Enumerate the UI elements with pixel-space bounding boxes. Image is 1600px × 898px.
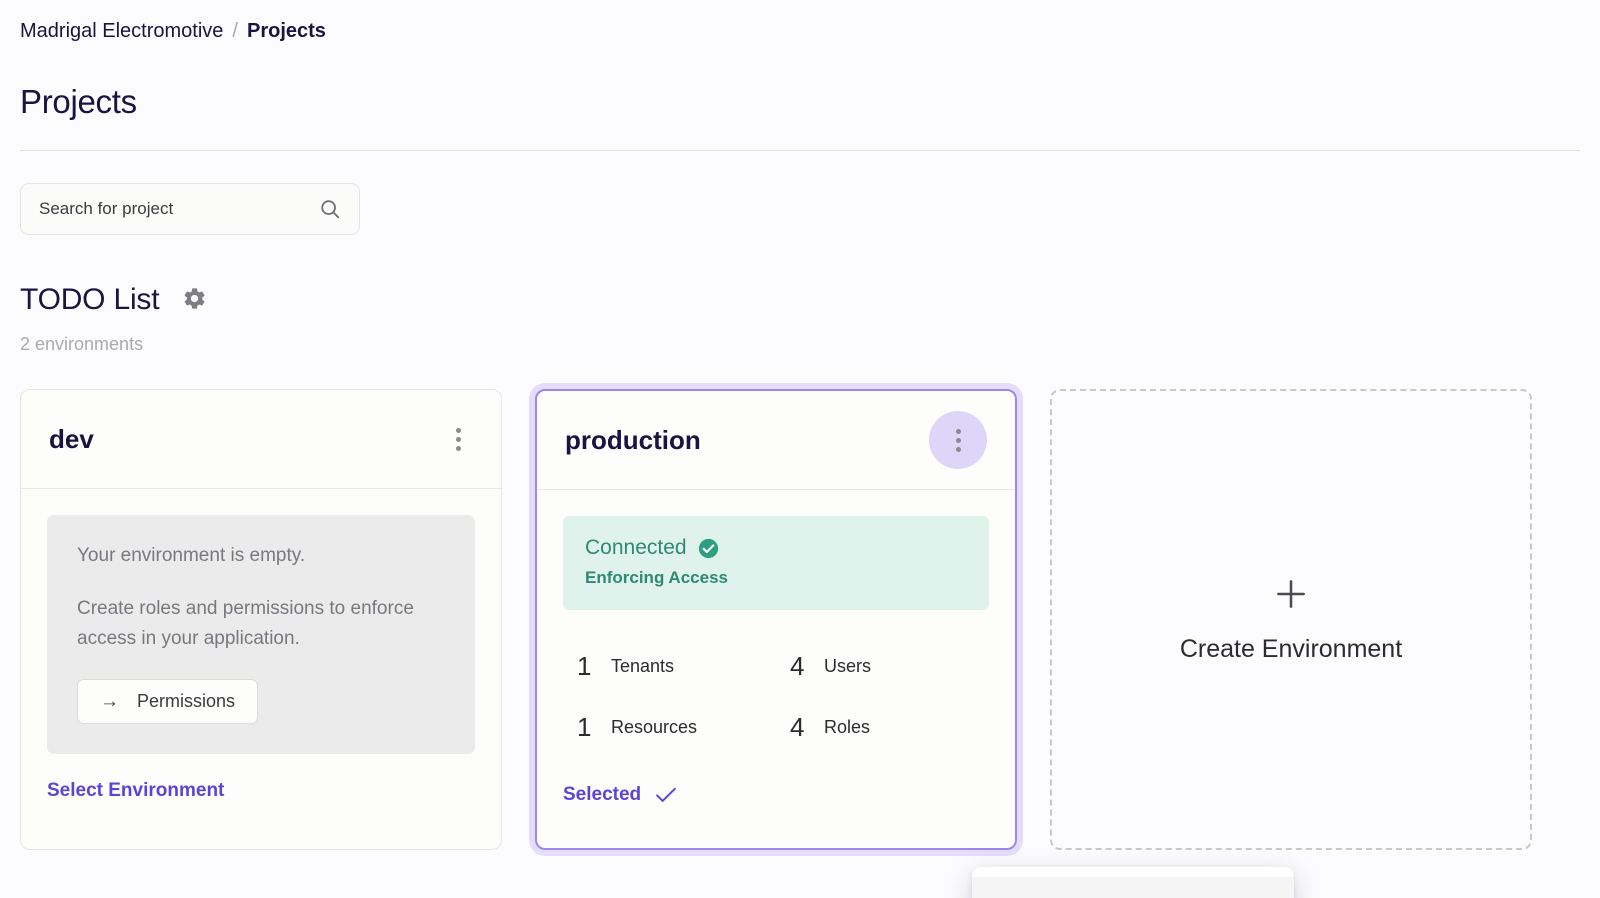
search-box[interactable]: [20, 183, 360, 235]
select-environment-link[interactable]: Select Environment: [47, 780, 475, 802]
stats-row: 1 Tenants 4 Users: [563, 636, 989, 697]
create-environment-label: Create Environment: [1180, 635, 1402, 664]
environments-count: 2 environments: [20, 334, 1580, 355]
empty-state-line-2: Create roles and permissions to enforce …: [77, 594, 445, 653]
selected-environment-link[interactable]: Selected: [563, 784, 989, 806]
search-icon: [319, 198, 341, 220]
stat-label-users: Users: [824, 656, 989, 677]
stat-value-tenants: 1: [563, 651, 611, 682]
permissions-button[interactable]: → Permissions: [77, 679, 258, 724]
connection-status-subtitle: Enforcing Access: [585, 568, 967, 588]
breadcrumb-org[interactable]: Madrigal Electromotive: [20, 20, 223, 43]
plus-icon: [1272, 575, 1310, 613]
environment-name: dev: [49, 424, 94, 455]
stat-label-tenants: Tenants: [611, 656, 776, 677]
create-environment-card[interactable]: Create Environment: [1050, 389, 1532, 850]
arrow-right-icon: →: [100, 692, 119, 711]
empty-state-panel: Your environment is empty. Create roles …: [47, 515, 475, 754]
page-title: Projects: [20, 83, 1580, 121]
select-environment-label: Select Environment: [47, 780, 224, 802]
stat-label-resources: Resources: [611, 717, 776, 738]
card-body: Connected Enforcing Access 1 Tenant: [537, 490, 1015, 848]
selected-environment-label: Selected: [563, 784, 641, 806]
permissions-button-label: Permissions: [137, 691, 235, 712]
breadcrumb: Madrigal Electromotive / Projects: [20, 0, 1580, 43]
project-settings-button[interactable]: [181, 287, 207, 313]
stat-value-users: 4: [776, 651, 824, 682]
stats-row: 1 Resources 4 Roles: [563, 697, 989, 758]
stat-value-resources: 1: [563, 712, 611, 743]
kebab-menu-icon[interactable]: [443, 424, 473, 454]
search-input[interactable]: [39, 199, 289, 219]
kebab-menu-icon[interactable]: [929, 411, 987, 469]
check-icon: [655, 787, 677, 803]
card-body: Your environment is empty. Create roles …: [21, 489, 501, 849]
environment-card-dev[interactable]: dev Your environment is empty. Create ro…: [20, 389, 502, 850]
environments-grid: dev Your environment is empty. Create ro…: [20, 389, 1580, 850]
stat-label-roles: Roles: [824, 717, 989, 738]
gear-icon: [182, 286, 207, 314]
environment-name: production: [565, 425, 701, 456]
project-name: TODO List: [20, 283, 159, 317]
project-header: TODO List: [20, 283, 1580, 317]
connection-status-banner: Connected Enforcing Access: [563, 516, 989, 610]
card-header: dev: [21, 390, 501, 489]
environment-stats: 1 Tenants 4 Users 1 Resources 4 Roles: [563, 636, 989, 758]
title-divider: [20, 150, 1580, 151]
empty-state-line-1: Your environment is empty.: [77, 541, 445, 570]
menu-item-copy-api-key[interactable]: Copy API Key: [972, 877, 1294, 898]
connection-status-title: Connected: [585, 536, 687, 560]
breadcrumb-current: Projects: [247, 20, 326, 43]
projects-page: Madrigal Electromotive / Projects Projec…: [0, 0, 1600, 898]
environment-context-menu[interactable]: Copy API Key Rotate API Key: [972, 867, 1294, 898]
environment-card-production[interactable]: production Connected: [535, 389, 1017, 850]
breadcrumb-separator: /: [232, 20, 238, 43]
stat-value-roles: 4: [776, 712, 824, 743]
card-header: production: [537, 391, 1015, 490]
check-circle-icon: [698, 538, 719, 559]
